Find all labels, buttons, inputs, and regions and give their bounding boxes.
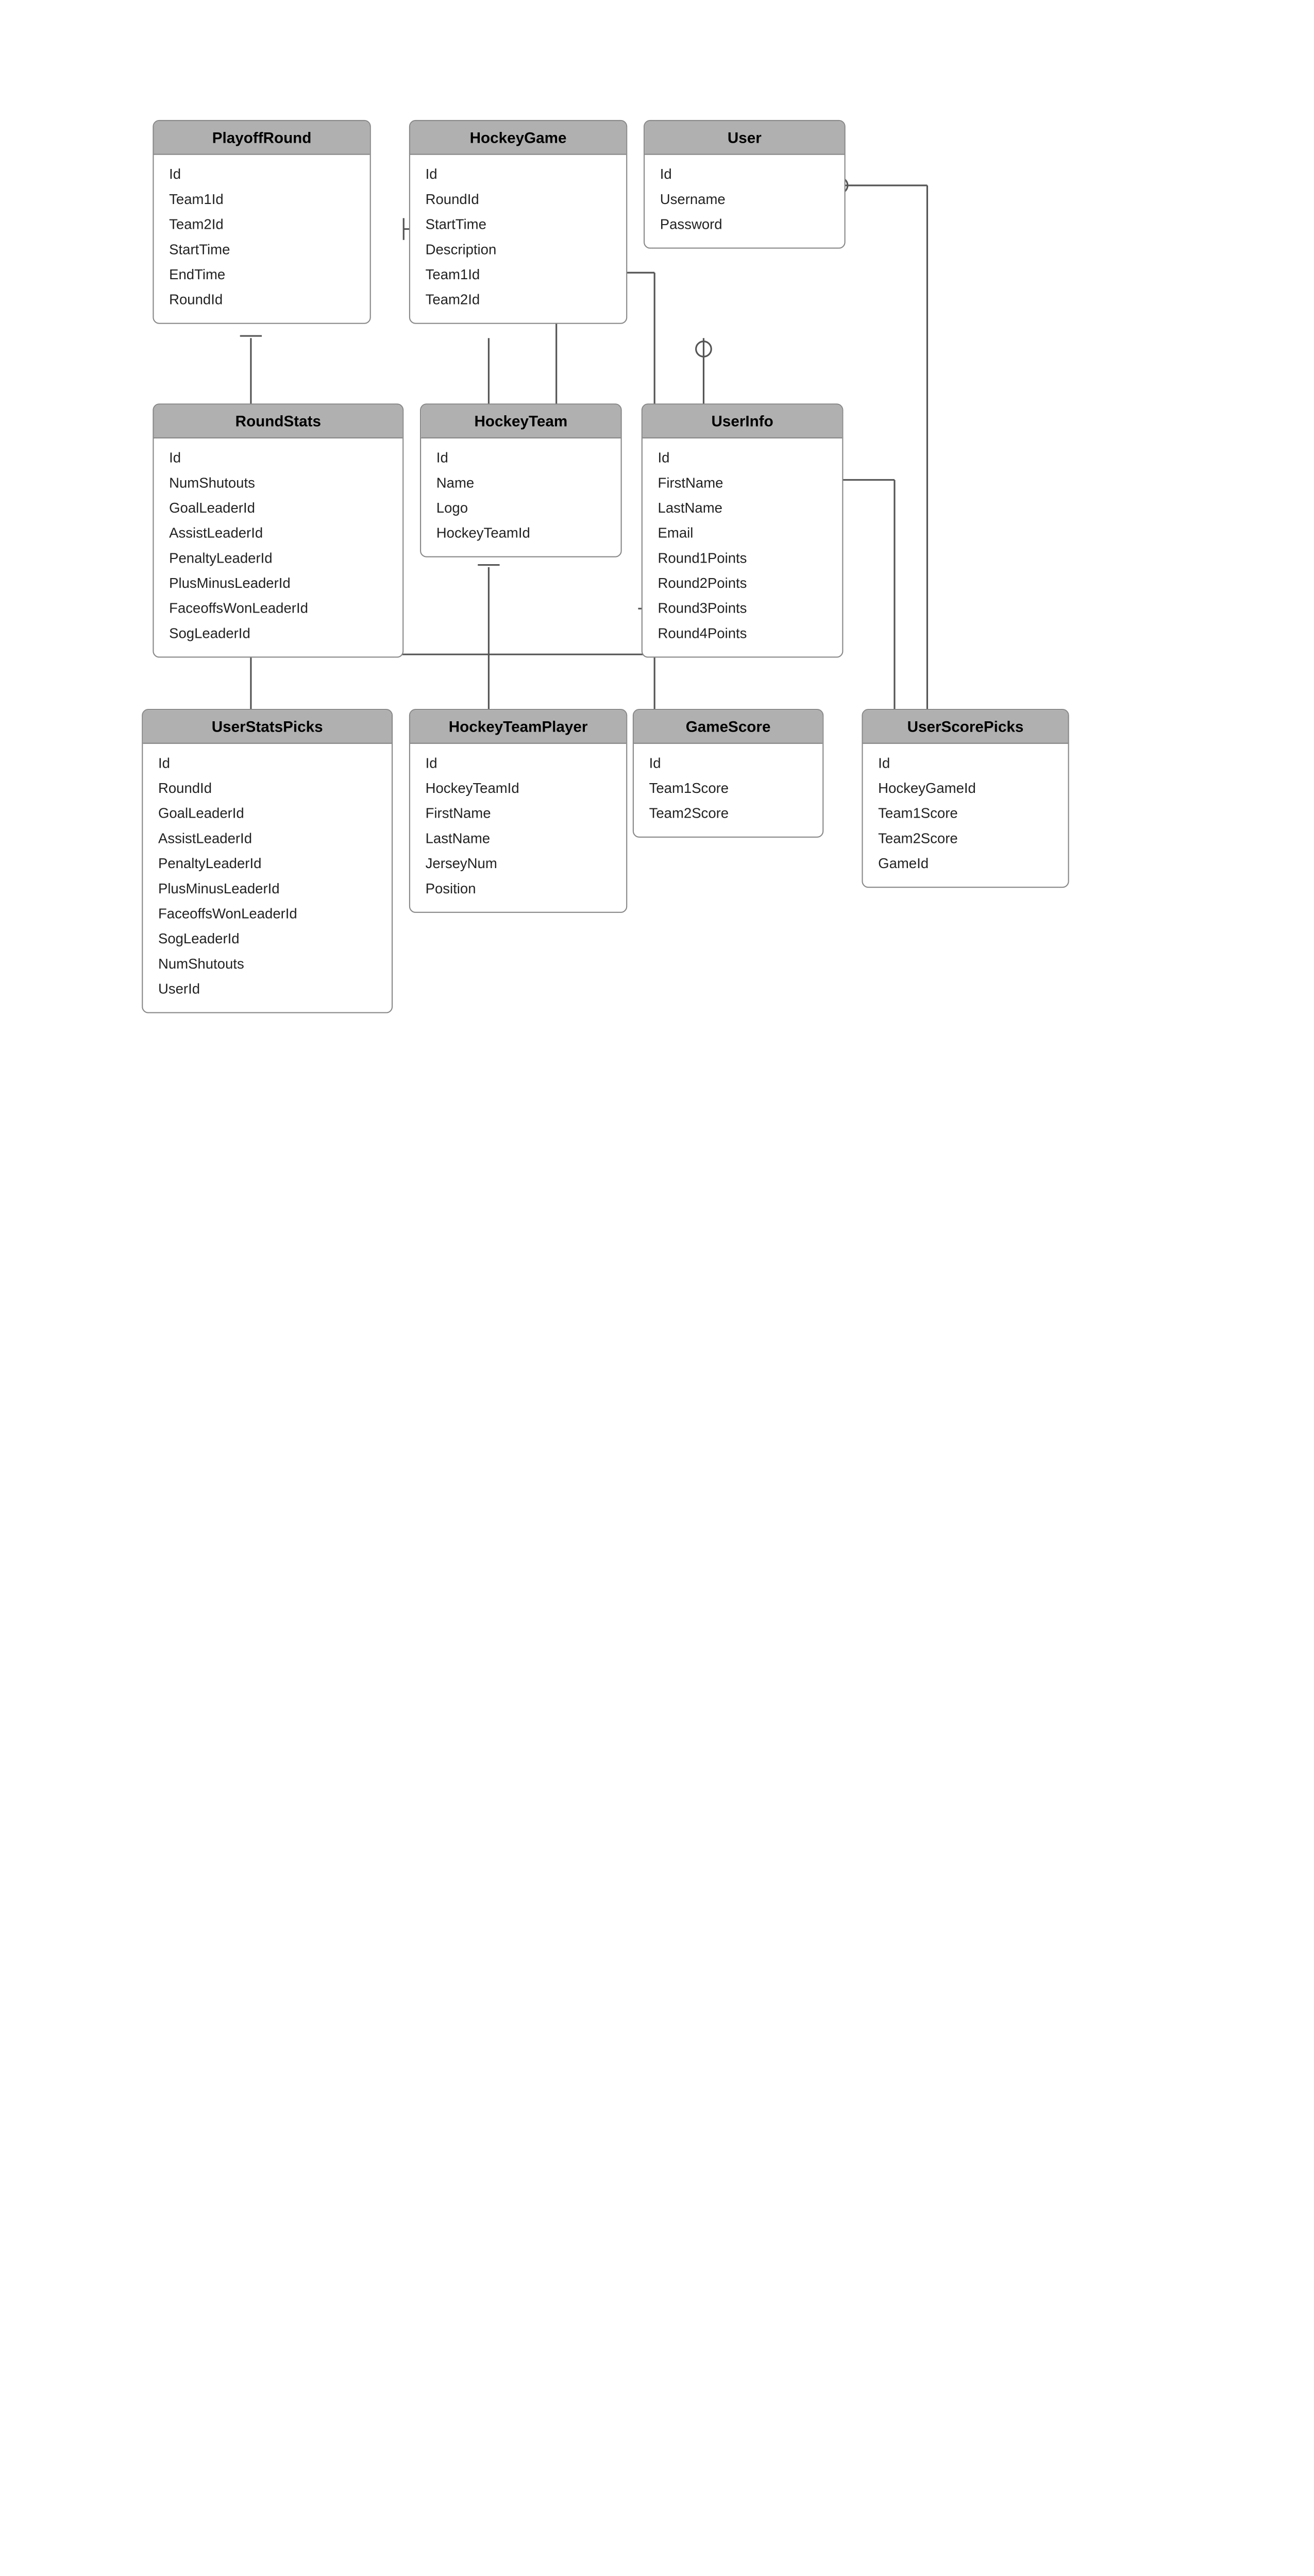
field-hockeygame-description: Description [426,236,611,262]
table-header-hockeyteamplayer: HockeyTeamPlayer [410,710,626,744]
field-userstatspicks-plusminusleaderid: PlusMinusLeaderId [158,876,376,901]
field-userscorepicks-team1score: Team1Score [878,801,1053,826]
field-userstatspicks-assistleaderid: AssistLeaderId [158,826,376,851]
field-hockeyteamplayer-position: Position [426,876,611,901]
fields-gamescore: Id Team1Score Team2Score [634,744,822,837]
field-gamescore-id: Id [649,750,807,775]
field-playoffround-id: Id [169,161,355,187]
table-header-gamescore: GameScore [634,710,822,744]
field-roundstats-goalleaderid: GoalLeaderId [169,495,387,520]
field-userinfo-id: Id [658,445,827,470]
fields-roundstats: Id NumShutouts GoalLeaderId AssistLeader… [154,438,402,656]
fields-hockeyteamplayer: Id HockeyTeamId FirstName LastName Jerse… [410,744,626,912]
field-hockeygame-team2id: Team2Id [426,287,611,312]
connections-svg [0,0,1314,2576]
field-gamescore-team1score: Team1Score [649,775,807,801]
table-playoffround: PlayoffRound Id Team1Id Team2Id StartTim… [153,120,370,324]
table-header-roundstats: RoundStats [154,404,402,438]
field-user-username: Username [660,187,829,212]
field-userstatspicks-goalleaderid: GoalLeaderId [158,801,376,826]
table-userscorepicks: UserScorePicks Id HockeyGameId Team1Scor… [862,709,1069,888]
field-hockeyteamplayer-id: Id [426,750,611,775]
field-userstatspicks-numshutouts: NumShutouts [158,951,376,976]
table-header-hockeyteam: HockeyTeam [421,404,620,438]
fields-hockeygame: Id RoundId StartTime Description Team1Id… [410,155,626,323]
table-hockeygame: HockeyGame Id RoundId StartTime Descript… [409,120,627,324]
field-userinfo-lastname: LastName [658,495,827,520]
field-roundstats-assistleaderid: AssistLeaderId [169,520,387,546]
field-hockeyteamplayer-hockeyteamid: HockeyTeamId [426,775,611,801]
field-hockeyteam-id: Id [436,445,605,470]
table-gamescore: GameScore Id Team1Score Team2Score [633,709,823,838]
table-header-userstatspicks: UserStatsPicks [143,710,392,744]
table-header-playoffround: PlayoffRound [154,121,369,155]
field-userscorepicks-team2score: Team2Score [878,826,1053,851]
field-playoffround-team2id: Team2Id [169,212,355,237]
field-roundstats-sogleaderid: SogLeaderId [169,621,387,646]
field-playoffround-endtime: EndTime [169,262,355,287]
field-hockeyteamplayer-lastname: LastName [426,826,611,851]
field-userinfo-round3points: Round3Points [658,596,827,621]
field-userinfo-round2points: Round2Points [658,570,827,596]
field-userinfo-email: Email [658,520,827,546]
field-userinfo-round4points: Round4Points [658,621,827,646]
field-hockeygame-team1id: Team1Id [426,262,611,287]
fields-userscorepicks: Id HockeyGameId Team1Score Team2Score Ga… [863,744,1068,887]
table-header-userscorepicks: UserScorePicks [863,710,1068,744]
table-header-userinfo: UserInfo [643,404,842,438]
field-userstatspicks-penaltyleaderid: PenaltyLeaderId [158,851,376,876]
table-userinfo: UserInfo Id FirstName LastName Email Rou… [642,403,844,657]
field-user-password: Password [660,212,829,237]
field-userstatspicks-sogleaderid: SogLeaderId [158,926,376,951]
table-hockeyteam: HockeyTeam Id Name Logo HockeyTeamId [420,403,622,557]
field-userscorepicks-gameid: GameId [878,851,1053,876]
field-hockeyteam-hockeyteamid: HockeyTeamId [436,520,605,546]
field-userstatspicks-faceoffswonleaderid: FaceoffsWonLeaderId [158,901,376,926]
table-header-user: User [645,121,844,155]
table-header-hockeygame: HockeyGame [410,121,626,155]
field-hockeygame-roundid: RoundId [426,187,611,212]
field-hockeyteam-logo: Logo [436,495,605,520]
field-roundstats-plusminusleaderid: PlusMinusLeaderId [169,570,387,596]
diagram-container: PlayoffRound Id Team1Id Team2Id StartTim… [0,0,1314,2576]
field-roundstats-faceoffswonleaderid: FaceoffsWonLeaderId [169,596,387,621]
field-roundstats-id: Id [169,445,387,470]
table-userstatspicks: UserStatsPicks Id RoundId GoalLeaderId A… [142,709,393,1013]
fields-userstatspicks: Id RoundId GoalLeaderId AssistLeaderId P… [143,744,392,1012]
field-userscorepicks-id: Id [878,750,1053,775]
field-userstatspicks-roundid: RoundId [158,775,376,801]
field-roundstats-penaltyleaderid: PenaltyLeaderId [169,545,387,570]
field-userstatspicks-userid: UserId [158,976,376,1002]
field-user-id: Id [660,161,829,187]
fields-userinfo: Id FirstName LastName Email Round1Points… [643,438,842,656]
field-hockeygame-starttime: StartTime [426,212,611,237]
field-roundstats-numshutouts: NumShutouts [169,470,387,495]
field-hockeyteamplayer-jerseynum: JerseyNum [426,851,611,876]
fields-user: Id Username Password [645,155,844,248]
field-hockeyteamplayer-firstname: FirstName [426,801,611,826]
field-playoffround-starttime: StartTime [169,236,355,262]
field-playoffround-team1id: Team1Id [169,187,355,212]
field-userinfo-round1points: Round1Points [658,545,827,570]
fields-hockeyteam: Id Name Logo HockeyTeamId [421,438,620,556]
table-roundstats: RoundStats Id NumShutouts GoalLeaderId A… [153,403,403,657]
field-userscorepicks-hockeygameid: HockeyGameId [878,775,1053,801]
table-user: User Id Username Password [644,120,846,249]
field-userinfo-firstname: FirstName [658,470,827,495]
table-hockeyteamplayer: HockeyTeamPlayer Id HockeyTeamId FirstNa… [409,709,627,913]
field-userstatspicks-id: Id [158,750,376,775]
field-hockeyteam-name: Name [436,470,605,495]
field-playoffround-roundid: RoundId [169,287,355,312]
fields-playoffround: Id Team1Id Team2Id StartTime EndTime Rou… [154,155,369,323]
field-hockeygame-id: Id [426,161,611,187]
field-gamescore-team2score: Team2Score [649,801,807,826]
